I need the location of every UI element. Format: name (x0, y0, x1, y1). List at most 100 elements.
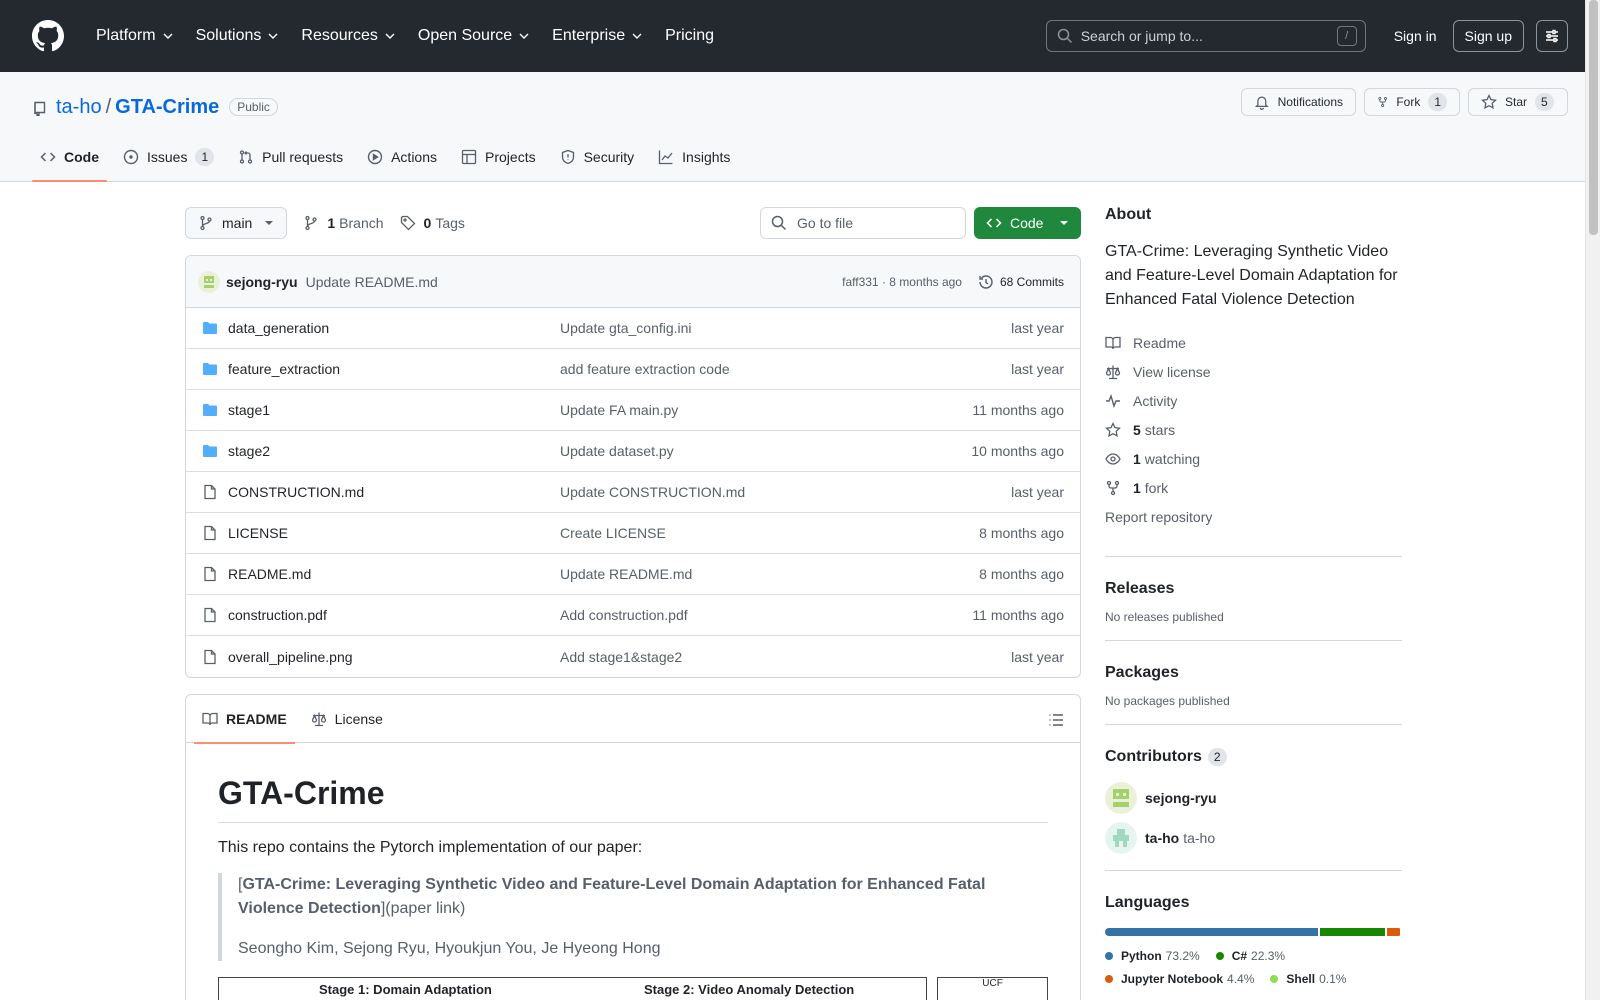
releases-section: Releases No releases published (1105, 556, 1402, 624)
commits-history-link[interactable]: 68 Commits (978, 274, 1064, 290)
table-icon (461, 149, 477, 165)
folder-icon (203, 445, 217, 457)
file-name-link[interactable]: CONSTRUCTION.md (228, 484, 560, 500)
file-list: sejong-ryu Update README.md faff331 · 8 … (185, 255, 1081, 678)
file-commit-message-link[interactable]: Update gta_config.ini (560, 320, 1011, 336)
readme-link[interactable]: Readme (1105, 328, 1402, 357)
table-of-contents-icon[interactable] (1048, 711, 1064, 728)
tab-projects[interactable]: Projects (453, 133, 544, 181)
scale-icon (311, 712, 326, 726)
file-row: construction.pdf Add construction.pdf 11 m… (186, 595, 1080, 636)
tab-label: Projects (485, 149, 536, 165)
file-name-link[interactable]: data_generation (228, 320, 560, 336)
language-item[interactable]: Shell 0.1% (1270, 967, 1346, 990)
commit-hash-link[interactable]: faff331 · 8 months ago (842, 275, 962, 289)
notifications-button[interactable]: Notifications (1241, 88, 1356, 116)
avatar[interactable] (198, 270, 220, 293)
file-name-link[interactable]: stage2 (228, 443, 560, 459)
tags-link[interactable]: 0 Tags (400, 215, 465, 231)
commit-message-link[interactable]: Update README.md (306, 274, 438, 290)
file-name-link[interactable]: overall_pipeline.png (228, 649, 560, 665)
repo-name-link[interactable]: GTA-Crime (115, 96, 219, 119)
tab-insights[interactable]: Insights (650, 133, 738, 181)
forks-link[interactable]: 1 fork (1105, 473, 1402, 502)
contributor-item[interactable]: sejong-ryu (1105, 782, 1402, 814)
file-commit-message-link[interactable]: Add construction.pdf (560, 607, 972, 623)
tab-pull-requests[interactable]: Pull requests (230, 133, 351, 181)
commit-author-link[interactable]: sejong-ryu (226, 274, 298, 290)
file-name-link[interactable]: stage1 (228, 402, 560, 418)
page-scrollbar[interactable] (1585, 0, 1600, 1000)
tab-readme[interactable]: README (194, 695, 295, 744)
folder-icon (203, 322, 217, 334)
eye-icon (1105, 452, 1121, 465)
star-button[interactable]: Star 5 (1468, 88, 1568, 116)
watching-link[interactable]: 1 watching (1105, 444, 1402, 473)
tab-security[interactable]: Security (552, 133, 643, 181)
license-link[interactable]: View license (1105, 357, 1402, 386)
caret-down-icon (265, 221, 274, 225)
packages-heading[interactable]: Packages (1105, 664, 1402, 682)
branches-link[interactable]: 1 Branch (303, 215, 384, 231)
fork-button[interactable]: Fork 1 (1364, 88, 1460, 116)
folder-icon-wrap (202, 402, 218, 418)
chevron-down-icon (519, 33, 529, 39)
report-repository-link[interactable]: Report repository (1105, 502, 1402, 531)
nav-open-source[interactable]: Open Source (410, 20, 538, 52)
file-date: last year (1011, 320, 1064, 336)
graph-icon (659, 150, 673, 165)
global-search-input[interactable]: Search or jump to... / (1045, 20, 1366, 52)
tag-count: 0 (423, 215, 432, 231)
chevron-down-icon (268, 33, 278, 39)
file-name-link[interactable]: construction.pdf (228, 607, 560, 623)
sign-up-button[interactable]: Sign up (1452, 20, 1524, 52)
sign-in-link[interactable]: Sign in (1378, 28, 1453, 44)
file-commit-message-link[interactable]: Create LICENSE (560, 525, 979, 541)
code-icon (986, 218, 1002, 228)
file-commit-message-link[interactable]: Add stage1&stage2 (560, 649, 1011, 665)
tab-code[interactable]: Code (32, 133, 107, 182)
branch-selector[interactable]: main (185, 207, 288, 239)
go-to-file-input[interactable]: Go to file (760, 207, 966, 239)
activity-link[interactable]: Activity (1105, 386, 1402, 415)
releases-heading[interactable]: Releases (1105, 580, 1402, 598)
language-bar-segment (1320, 928, 1385, 936)
nav-resources[interactable]: Resources (293, 20, 403, 52)
stars-label: stars (1144, 421, 1176, 438)
language-item[interactable]: Jupyter Notebook 4.4% (1105, 967, 1254, 990)
file-icon-wrap (202, 566, 218, 582)
nav-pricing[interactable]: Pricing (657, 20, 722, 52)
tab-license[interactable]: License (303, 695, 391, 743)
file-name-link[interactable]: LICENSE (228, 525, 560, 541)
scrollbar-thumb[interactable] (1589, 0, 1598, 235)
nav-enterprise[interactable]: Enterprise (544, 20, 651, 52)
language-item[interactable]: C# 22.3% (1215, 944, 1285, 967)
pipeline-image: Stage 1: Domain Adaptation Stage 2: Vide… (218, 977, 1048, 1000)
contributors-heading[interactable]: Contributors 2 (1105, 748, 1402, 766)
pipeline-stage2-text: Stage 2: Video Anomaly Detection (644, 982, 855, 997)
file-commit-message-link[interactable]: Update CONSTRUCTION.md (560, 484, 1011, 500)
nav-platform[interactable]: Platform (88, 20, 182, 52)
contributor-item[interactable]: ta-ho ta-ho (1105, 822, 1402, 854)
tab-issues[interactable]: Issues 1 (115, 133, 222, 181)
fork-icon (1106, 480, 1120, 495)
code-dropdown-button[interactable]: Code (974, 207, 1081, 239)
about-description: GTA-Crime: Leveraging Synthetic Video an… (1105, 243, 1398, 308)
go-to-file-placeholder: Go to file (797, 215, 854, 231)
file-commit-message-link[interactable]: Update dataset.py (560, 443, 971, 459)
nav-solutions[interactable]: Solutions (188, 20, 288, 52)
file-commit-message-link[interactable]: Update README.md (560, 566, 979, 582)
stars-link[interactable]: 5 stars (1105, 415, 1402, 444)
branch-icon (305, 215, 318, 231)
file-name-link[interactable]: README.md (228, 566, 560, 582)
repo-owner-link[interactable]: ta-ho (56, 96, 102, 119)
sliders-menu-button[interactable] (1536, 20, 1568, 52)
language-name: Shell (1286, 971, 1316, 986)
github-logo-icon[interactable] (32, 20, 64, 52)
language-item[interactable]: Python 73.2% (1105, 944, 1200, 967)
file-commit-message-link[interactable]: Update FA main.py (560, 402, 972, 418)
file-commit-message-link[interactable]: add feature extraction code (560, 361, 1011, 377)
tab-actions[interactable]: Actions (359, 133, 445, 181)
repo-sidebar: About GTA-Crime: Leveraging Synthetic Vi… (1105, 206, 1402, 990)
file-name-link[interactable]: feature_extraction (228, 361, 560, 377)
